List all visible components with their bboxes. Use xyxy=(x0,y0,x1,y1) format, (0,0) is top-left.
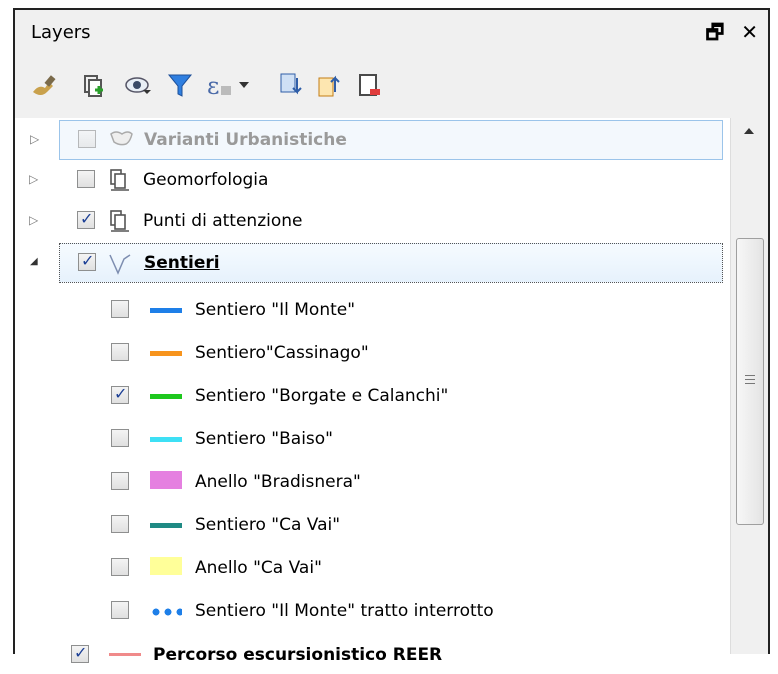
layer-row[interactable]: ▷ Punti di attenzione xyxy=(15,202,728,240)
fill-swatch-icon xyxy=(150,557,182,575)
layers-panel: Layers 🗗 ✕ ε ▷ Varianti Urbanistiche ▷ G… xyxy=(13,8,770,665)
legend-label: Sentiero"Cassinago" xyxy=(195,343,369,363)
line-swatch-icon xyxy=(150,394,182,399)
visibility-eye-icon[interactable] xyxy=(123,70,153,100)
float-icon[interactable]: 🗗 xyxy=(705,20,724,44)
line-swatch-icon xyxy=(150,351,182,356)
polygon-layer-icon xyxy=(110,131,133,146)
layer-row[interactable]: ▷ Geomorfologia xyxy=(15,161,728,199)
legend-item[interactable]: Sentiero "Borgate e Calanchi" xyxy=(15,377,728,415)
legend-label: Sentiero "Baiso" xyxy=(195,429,333,449)
layer-tree: ▷ Varianti Urbanistiche ▷ Geomorfologia ▷ Pun… xyxy=(15,118,768,665)
legend-item[interactable]: Sentiero "Ca Vai" xyxy=(15,506,728,544)
layer-row[interactable]: ▷ Varianti Urbanistiche xyxy=(30,120,723,160)
remove-layer-icon[interactable] xyxy=(355,70,385,100)
legend-checkbox[interactable] xyxy=(111,343,129,361)
legend-label: Sentiero "Ca Vai" xyxy=(195,515,341,535)
layer-label: Punti di attenzione xyxy=(143,211,303,231)
layer-row[interactable]: ◢ Sentieri xyxy=(30,243,723,283)
add-group-icon[interactable] xyxy=(79,70,109,100)
scroll-up-icon[interactable] xyxy=(742,126,756,136)
layer-label: Geomorfologia xyxy=(143,170,269,190)
panel-title: Layers xyxy=(31,22,91,43)
line-swatch-icon xyxy=(150,523,182,528)
legend-item[interactable]: Anello "Ca Vai" xyxy=(15,549,728,587)
layer-label: Sentieri xyxy=(144,253,220,273)
legend-label: Anello "Bradisnera" xyxy=(195,472,361,492)
layer-checkbox[interactable] xyxy=(71,643,89,663)
layer-checkbox[interactable] xyxy=(78,251,96,271)
expression-filter-icon[interactable]: ε xyxy=(205,70,255,100)
svg-text:ε: ε xyxy=(207,72,219,100)
legend-checkbox[interactable] xyxy=(111,515,129,533)
legend-checkbox[interactable] xyxy=(111,601,129,619)
expand-arrow-icon[interactable]: ▷ xyxy=(29,213,41,227)
legend-item[interactable]: Sentiero "Il Monte" tratto interrotto xyxy=(15,592,728,630)
legend-item[interactable]: Sentiero "Baiso" xyxy=(15,420,728,458)
legend-checkbox[interactable] xyxy=(111,472,129,490)
collapse-arrow-icon[interactable]: ◢ xyxy=(30,255,42,269)
layer-checkbox[interactable] xyxy=(77,170,95,188)
legend-item[interactable]: Sentiero "Il Monte" xyxy=(15,291,728,329)
layers-toolbar: ε xyxy=(15,56,768,118)
legend-checkbox[interactable] xyxy=(111,558,129,576)
dotted-line-icon xyxy=(150,608,182,616)
close-icon[interactable]: ✕ xyxy=(741,20,758,44)
fill-swatch-icon xyxy=(150,471,182,489)
group-icon xyxy=(110,169,129,191)
scroll-thumb[interactable] xyxy=(736,238,764,525)
layer-checkbox[interactable] xyxy=(77,209,95,229)
legend-item[interactable]: Sentiero"Cassinago" xyxy=(15,334,728,372)
layer-label: Percorso escursionistico REER xyxy=(153,645,443,665)
collapse-all-icon[interactable] xyxy=(315,70,345,100)
layer-checkbox[interactable] xyxy=(78,130,96,148)
style-brush-icon[interactable] xyxy=(29,70,59,100)
legend-item[interactable]: Anello "Bradisnera" xyxy=(15,463,728,501)
legend-label: Anello "Ca Vai" xyxy=(195,558,322,578)
panel-titlebar: Layers 🗗 ✕ xyxy=(15,10,768,56)
expand-arrow-icon[interactable]: ▷ xyxy=(29,172,41,186)
expand-arrow-icon[interactable]: ▷ xyxy=(30,132,42,146)
legend-label: Sentiero "Il Monte" tratto interrotto xyxy=(195,601,494,621)
group-icon xyxy=(110,210,129,232)
line-swatch-icon xyxy=(109,653,141,656)
expand-all-icon[interactable] xyxy=(277,70,307,100)
legend-label: Sentiero "Il Monte" xyxy=(195,300,356,320)
legend-checkbox[interactable] xyxy=(111,300,129,318)
legend-label: Sentiero "Borgate e Calanchi" xyxy=(195,386,449,406)
vertical-scrollbar[interactable] xyxy=(730,118,768,654)
layer-row[interactable]: Percorso escursionistico REER xyxy=(15,636,728,674)
legend-checkbox[interactable] xyxy=(111,384,129,404)
line-swatch-icon xyxy=(150,308,182,313)
filter-icon[interactable] xyxy=(165,70,195,100)
legend-checkbox[interactable] xyxy=(111,429,129,447)
line-swatch-icon xyxy=(150,437,182,442)
layer-label: Varianti Urbanistiche xyxy=(144,130,347,150)
line-layer-icon xyxy=(109,254,131,275)
title-buttons: 🗗 ✕ xyxy=(695,18,758,52)
